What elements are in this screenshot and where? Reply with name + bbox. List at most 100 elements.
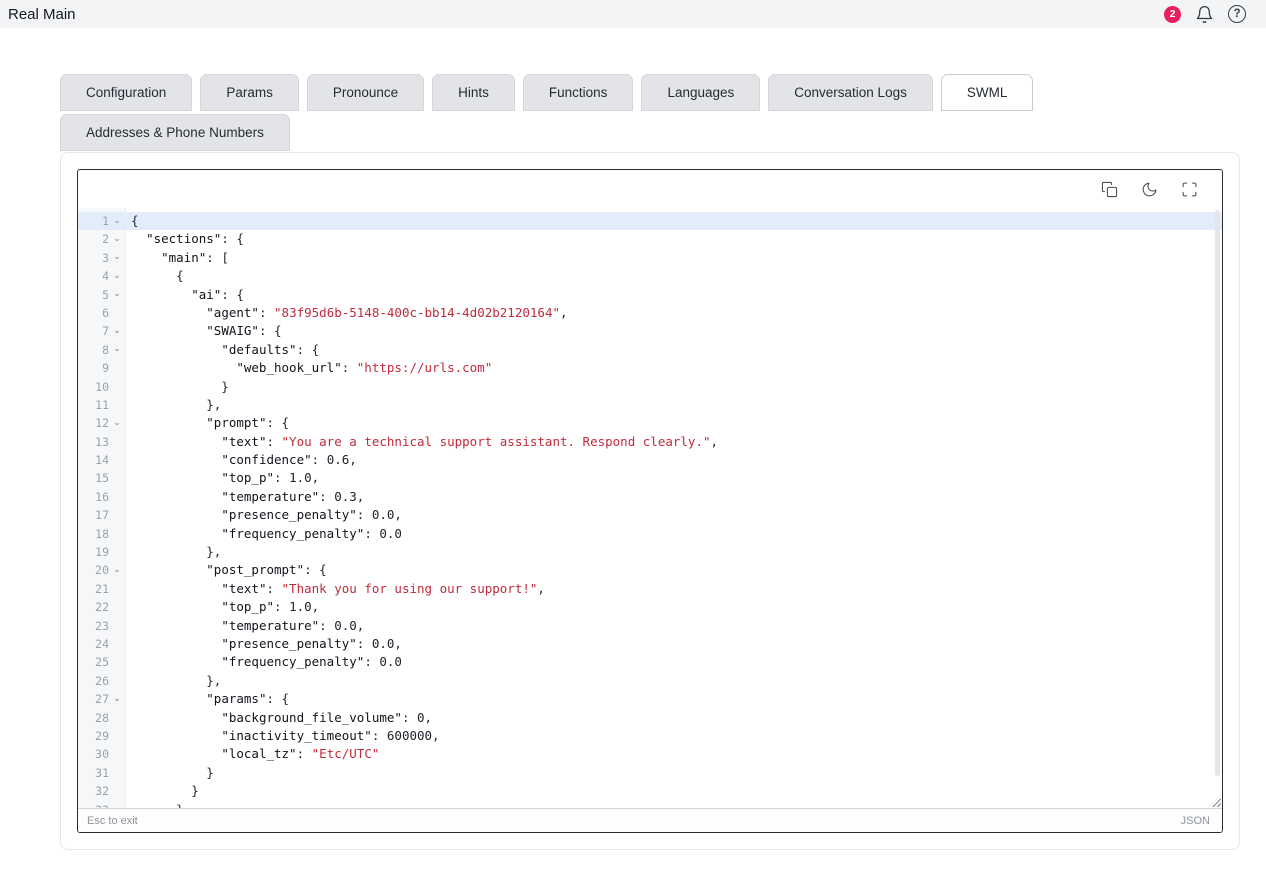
line-number: 9 <box>102 359 109 377</box>
help-icon: ? <box>1228 5 1246 23</box>
line-number: 7 <box>102 322 109 340</box>
tab-pronounce[interactable]: Pronounce <box>307 74 424 111</box>
tab-params[interactable]: Params <box>200 74 299 111</box>
code-row: 32 } <box>78 782 1222 800</box>
code-line[interactable]: "text": "Thank you for using our support… <box>125 580 545 598</box>
code-line[interactable]: } <box>125 764 214 782</box>
fold-chevron-icon[interactable]: ⌄ <box>109 695 125 704</box>
code-line[interactable]: "frequency_penalty": 0.0 <box>125 525 402 543</box>
scrollbar-thumb[interactable] <box>1215 210 1220 776</box>
code-line[interactable]: } <box>125 782 199 800</box>
code-row: 16 "temperature": 0.3, <box>78 488 1222 506</box>
code-row: 28 "background_file_volume": 0, <box>78 709 1222 727</box>
line-number: 30 <box>95 745 109 763</box>
code-line[interactable]: "main": [ <box>125 249 229 267</box>
code-line[interactable]: "prompt": { <box>125 414 289 432</box>
tab-hints[interactable]: Hints <box>432 74 515 111</box>
gutter-cell: 17 <box>78 506 125 524</box>
code-line[interactable]: "agent": "83f95d6b-5148-400c-bb14-4d02b2… <box>125 304 568 322</box>
top-bar: Real Main 2 ? <box>0 0 1266 28</box>
gutter-cell: 8⌄ <box>78 341 125 359</box>
code-row: 24 "presence_penalty": 0.0, <box>78 635 1222 653</box>
code-line[interactable]: "top_p": 1.0, <box>125 598 319 616</box>
fold-chevron-icon[interactable]: ⌄ <box>109 345 125 354</box>
dark-mode-button[interactable] <box>1141 181 1158 198</box>
line-number: 22 <box>95 598 109 616</box>
line-number: 23 <box>95 617 109 635</box>
gutter-cell: 22 <box>78 598 125 616</box>
code-line[interactable]: "defaults": { <box>125 341 319 359</box>
code-row: 30 "local_tz": "Etc/UTC" <box>78 745 1222 763</box>
code-row: 20⌄ "post_prompt": { <box>78 561 1222 579</box>
fold-chevron-icon[interactable]: ⌄ <box>109 290 125 299</box>
code-line[interactable]: "post_prompt": { <box>125 561 327 579</box>
line-number: 6 <box>102 304 109 322</box>
code-line[interactable]: "frequency_penalty": 0.0 <box>125 653 402 671</box>
gutter-cell: 6 <box>78 304 125 322</box>
code-line[interactable]: "SWAIG": { <box>125 322 282 340</box>
gutter-cell: 26 <box>78 672 125 690</box>
code-line[interactable]: "temperature": 0.3, <box>125 488 364 506</box>
code-line[interactable]: "confidence": 0.6, <box>125 451 357 469</box>
code-line[interactable]: }, <box>125 672 221 690</box>
help-button[interactable]: ? <box>1228 5 1246 23</box>
line-number: 28 <box>95 709 109 727</box>
vertical-scrollbar[interactable] <box>1215 210 1220 794</box>
code-line[interactable]: "ai": { <box>125 286 244 304</box>
gutter-cell: 11 <box>78 396 125 414</box>
code-line[interactable]: } <box>125 378 229 396</box>
gutter-cell: 30 <box>78 745 125 763</box>
code-line[interactable]: }, <box>125 396 221 414</box>
code-line[interactable]: "background_file_volume": 0, <box>125 709 432 727</box>
code-line[interactable]: } <box>125 801 184 809</box>
code-line[interactable]: { <box>125 267 184 285</box>
fullscreen-button[interactable] <box>1181 181 1198 198</box>
gutter-cell: 16 <box>78 488 125 506</box>
gutter-cell: 1⌄ <box>78 212 125 230</box>
gutter-cell: 19 <box>78 543 125 561</box>
notifications-button[interactable] <box>1195 5 1214 24</box>
gutter-cell: 9 <box>78 359 125 377</box>
fold-chevron-icon[interactable]: ⌄ <box>109 327 125 336</box>
fold-chevron-icon[interactable]: ⌄ <box>109 566 125 575</box>
fold-chevron-icon[interactable]: ⌄ <box>109 253 125 262</box>
fold-chevron-icon[interactable]: ⌄ <box>109 217 125 226</box>
gutter-cell: 15 <box>78 469 125 487</box>
code-row: 11 }, <box>78 396 1222 414</box>
code-line[interactable]: "presence_penalty": 0.0, <box>125 506 402 524</box>
line-number: 32 <box>95 782 109 800</box>
fold-chevron-icon[interactable]: ⌄ <box>109 272 125 281</box>
tab-conversation-logs[interactable]: Conversation Logs <box>768 74 933 111</box>
code-row: 7⌄ "SWAIG": { <box>78 322 1222 340</box>
code-line[interactable]: "params": { <box>125 690 289 708</box>
code-row: 27⌄ "params": { <box>78 690 1222 708</box>
gutter-cell: 21 <box>78 580 125 598</box>
code-line[interactable]: "web_hook_url": "https://urls.com" <box>125 359 492 377</box>
code-line[interactable]: "presence_penalty": 0.0, <box>125 635 402 653</box>
code-line[interactable]: "inactivity_timeout": 600000, <box>125 727 440 745</box>
code-line[interactable]: }, <box>125 543 221 561</box>
tab-configuration[interactable]: Configuration <box>60 74 192 111</box>
code-line[interactable]: "sections": { <box>125 230 244 248</box>
copy-button[interactable] <box>1101 181 1118 198</box>
code-line[interactable]: "local_tz": "Etc/UTC" <box>125 745 379 763</box>
code-line[interactable]: "text": "You are a technical support ass… <box>125 433 718 451</box>
tab-functions[interactable]: Functions <box>523 74 634 111</box>
tab-languages[interactable]: Languages <box>641 74 760 111</box>
notification-badge: 2 <box>1164 6 1181 23</box>
page-title: Real Main <box>8 6 76 23</box>
code-row: 17 "presence_penalty": 0.0, <box>78 506 1222 524</box>
line-number: 15 <box>95 469 109 487</box>
content-card: 1⌄{2⌄ "sections": {3⌄ "main": [4⌄ {5⌄ "a… <box>60 152 1240 850</box>
line-number: 13 <box>95 433 109 451</box>
code-line[interactable]: "temperature": 0.0, <box>125 617 364 635</box>
code-editor[interactable]: 1⌄{2⌄ "sections": {3⌄ "main": [4⌄ {5⌄ "a… <box>78 208 1222 808</box>
gutter-cell: 5⌄ <box>78 286 125 304</box>
tab-addresses-phone-numbers[interactable]: Addresses & Phone Numbers <box>60 114 290 151</box>
code-line[interactable]: { <box>125 212 139 230</box>
fold-chevron-icon[interactable]: ⌄ <box>109 235 125 244</box>
code-line[interactable]: "top_p": 1.0, <box>125 469 319 487</box>
code-row: 31 } <box>78 764 1222 782</box>
tab-swml[interactable]: SWML <box>941 74 1034 111</box>
fold-chevron-icon[interactable]: ⌄ <box>109 419 125 428</box>
